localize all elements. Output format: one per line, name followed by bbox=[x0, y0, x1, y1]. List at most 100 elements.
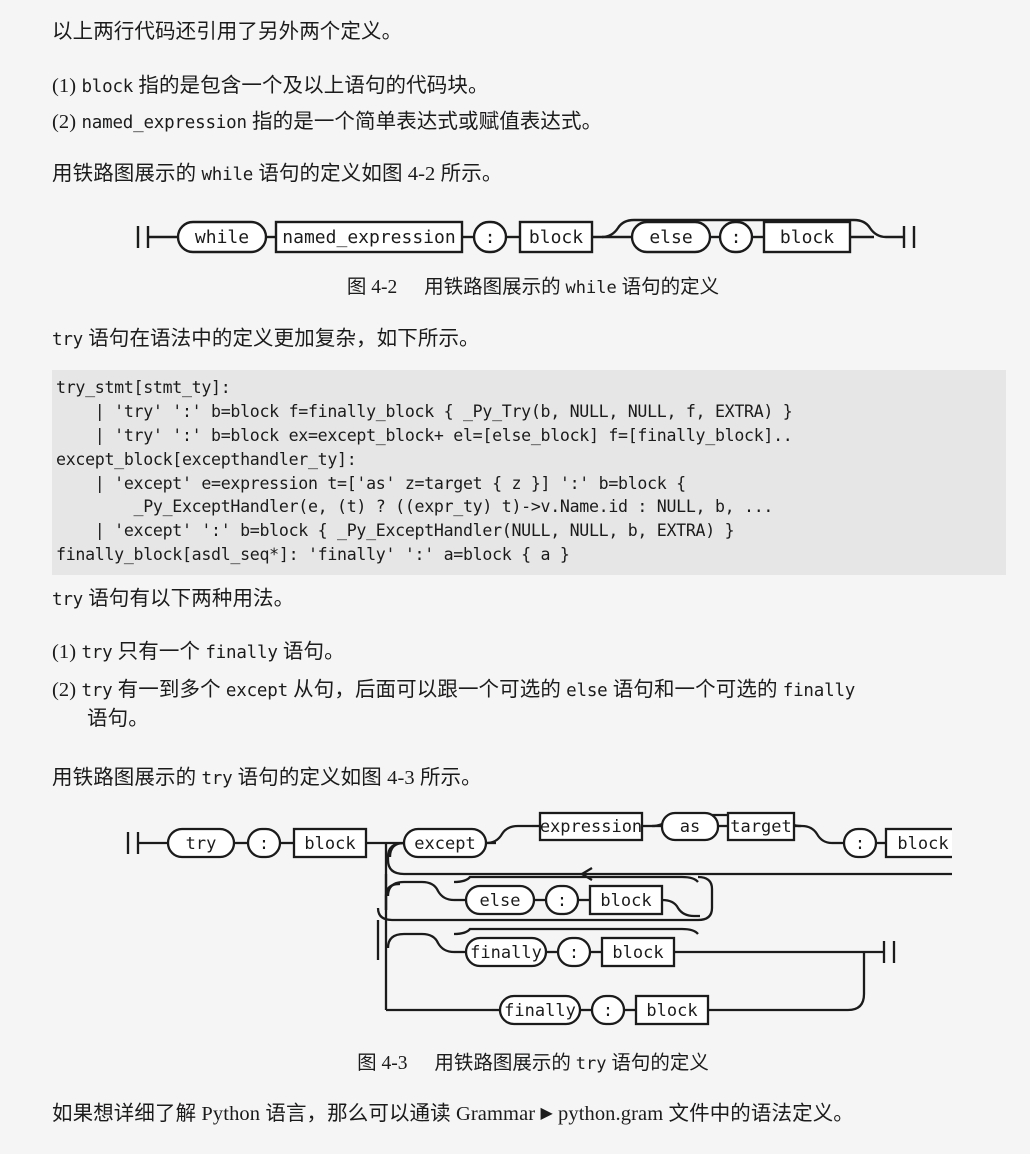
node-named-expression-label: named_expression bbox=[282, 227, 455, 248]
two-uses-code-token: try bbox=[52, 590, 84, 610]
code-block-text: try_stmt[stmt_ty]: | 'try' ':' b=block f… bbox=[56, 378, 793, 565]
node-block-1: block bbox=[518, 220, 594, 254]
node-block-try: block bbox=[292, 827, 368, 859]
node-block-else-label: block bbox=[600, 891, 651, 911]
triangle-right-icon: ▶ bbox=[540, 1105, 553, 1122]
node-else-2-label: else bbox=[480, 891, 521, 911]
node-expression-label: expression bbox=[540, 817, 642, 837]
usage2-line-2: 语句。 bbox=[87, 708, 149, 731]
figure-4-3-caption: 图 4-3 用铁路图展示的 try 语句的定义 bbox=[52, 1046, 1014, 1075]
usage1-code-finally: finally bbox=[205, 643, 278, 663]
paragraph-while-figure-lead: 用铁路图展示的 while 语句的定义如图 4-2 所示。 bbox=[52, 160, 502, 189]
node-block-2: block bbox=[762, 220, 852, 254]
node-finally-2-label: finally bbox=[504, 1001, 576, 1021]
while-lead-text-b: 语句的定义如图 4-2 所示。 bbox=[253, 163, 503, 185]
node-block-1-label: block bbox=[529, 227, 583, 248]
node-colon-else-label: : bbox=[557, 891, 567, 911]
node-named-expression: named_expression bbox=[274, 220, 464, 254]
usage2-marker: (2) bbox=[52, 679, 82, 701]
node-colon-except-label: : bbox=[855, 834, 865, 854]
node-as: as bbox=[660, 811, 720, 842]
list-item-named-expression-definition: (2) named_expression 指的是一个简单表达式或赋值表达式。 bbox=[52, 108, 602, 137]
fig2-caption-code: try bbox=[575, 1054, 607, 1074]
fig2-caption-number: 图 4-3 bbox=[357, 1053, 408, 1074]
fig2-caption-text-a: 用铁路图展示的 bbox=[434, 1053, 576, 1074]
node-colon-try-label: : bbox=[259, 834, 269, 854]
node-while-label: while bbox=[195, 227, 249, 248]
node-try-label: try bbox=[186, 834, 217, 854]
try-fig-lead-code-token: try bbox=[201, 769, 233, 789]
node-finally-2: finally bbox=[498, 994, 582, 1026]
fig1-caption-text-b: 语句的定义 bbox=[616, 277, 720, 298]
item2-marker: (2) bbox=[52, 111, 82, 133]
node-else-label: else bbox=[649, 227, 692, 248]
usage1-code-try: try bbox=[81, 643, 113, 663]
figure-4-3-railroad-diagram: try : block except expression as target … bbox=[122, 810, 976, 1035]
final-text-b: python.gram 文件中的语法定义。 bbox=[552, 1103, 854, 1125]
while-lead-code-token: while bbox=[201, 165, 254, 185]
usage2-code-else: else bbox=[566, 681, 608, 701]
node-block-2-label: block bbox=[780, 227, 834, 248]
node-colon-2-label: : bbox=[731, 227, 742, 248]
paragraph-try-figure-lead: 用铁路图展示的 try 语句的定义如图 4-3 所示。 bbox=[52, 764, 482, 793]
usage2-code-except: except bbox=[225, 681, 288, 701]
try-fig-lead-text-b: 语句的定义如图 4-3 所示。 bbox=[232, 767, 482, 789]
usage2-code-finally: finally bbox=[782, 681, 856, 701]
node-as-label: as bbox=[680, 817, 700, 837]
paragraph-try-grammar-lead: try 语句在语法中的定义更加复杂，如下所示。 bbox=[52, 325, 480, 354]
node-try: try bbox=[166, 827, 236, 859]
node-colon-finally-2: : bbox=[590, 994, 626, 1026]
rail-except-to-expression-up bbox=[485, 824, 532, 845]
rail-else-out bbox=[661, 898, 700, 918]
node-block-finally-2-label: block bbox=[646, 1001, 697, 1021]
while-diagram-svg: while named_expression : block else: bl… bbox=[136, 218, 916, 254]
try-diagram-svg: try : block except expression as target … bbox=[126, 811, 976, 1026]
paragraph-final-grammar-reference: 如果想详细了解 Python 语言，那么可以通读 Grammar ▶ pytho… bbox=[52, 1100, 854, 1129]
node-except-label: except bbox=[414, 834, 475, 854]
node-colon-else: : bbox=[544, 884, 580, 916]
try-lead-text: 语句在语法中的定义更加复杂，如下所示。 bbox=[83, 328, 480, 350]
node-colon-1-label: : bbox=[485, 227, 496, 248]
node-block-try-label: block bbox=[304, 834, 355, 854]
list-item-usage-2: (2) try 有一到多个 except 从句，后面可以跟一个可选的 else … bbox=[52, 676, 1014, 734]
paragraph-intro: 以上两行代码还引用了另外两个定义。 bbox=[52, 18, 402, 47]
node-block-finally-1: block bbox=[600, 936, 676, 968]
while-lead-text-a: 用铁路图展示的 bbox=[52, 163, 202, 185]
final-text-a: 如果想详细了解 Python 语言，那么可以通读 Grammar bbox=[52, 1103, 541, 1125]
node-while: while bbox=[176, 220, 268, 254]
node-except: except bbox=[402, 827, 488, 859]
rail-else-bypass-arc bbox=[453, 875, 699, 884]
fig1-caption-text-a: 用铁路图展示的 bbox=[424, 277, 566, 298]
fig1-caption-code: while bbox=[565, 278, 617, 298]
try-lead-code-token: try bbox=[52, 330, 84, 350]
usage1-text-rest: 语句。 bbox=[277, 641, 345, 663]
two-uses-text: 语句有以下两种用法。 bbox=[83, 588, 295, 610]
usage2-code-try: try bbox=[81, 681, 113, 701]
node-colon-finally-1: : bbox=[556, 936, 592, 968]
usage2-line-1: (2) try 有一到多个 except 从句，后面可以跟一个可选的 else … bbox=[52, 676, 1014, 705]
node-block-finally-1-label: block bbox=[612, 943, 663, 963]
usage2-text-1: 有一到多个 bbox=[112, 679, 226, 701]
usage1-marker: (1) bbox=[52, 641, 82, 663]
try-fig-lead-text-a: 用铁路图展示的 bbox=[52, 767, 202, 789]
node-colon-1: : bbox=[472, 220, 508, 254]
node-colon-finally-2-label: : bbox=[603, 1001, 613, 1021]
node-colon-except: : bbox=[842, 827, 878, 859]
node-block-else: block bbox=[588, 884, 664, 916]
node-finally-1-label: finally bbox=[470, 943, 542, 963]
intro-text: 以上两行代码还引用了另外两个定义。 bbox=[52, 21, 403, 43]
node-expression: expression bbox=[538, 811, 644, 842]
node-block-finally-2: block bbox=[634, 994, 710, 1026]
node-colon-2: : bbox=[718, 220, 754, 254]
node-colon-try: : bbox=[246, 827, 282, 859]
node-finally-1: finally bbox=[464, 936, 548, 968]
node-target: target bbox=[726, 811, 796, 842]
paragraph-two-usages: try 语句有以下两种用法。 bbox=[52, 585, 294, 614]
list-item-usage-1: (1) try 只有一个 finally 语句。 bbox=[52, 638, 345, 667]
usage1-text-mid: 只有一个 bbox=[112, 641, 206, 663]
node-else-2: else bbox=[464, 884, 536, 916]
fig1-caption-number: 图 4-2 bbox=[346, 277, 398, 298]
node-block-except-label: block bbox=[897, 834, 948, 854]
item1-marker: (1) bbox=[52, 75, 82, 97]
item1-text: 指的是包含一个及以上语句的代码块。 bbox=[133, 75, 489, 97]
